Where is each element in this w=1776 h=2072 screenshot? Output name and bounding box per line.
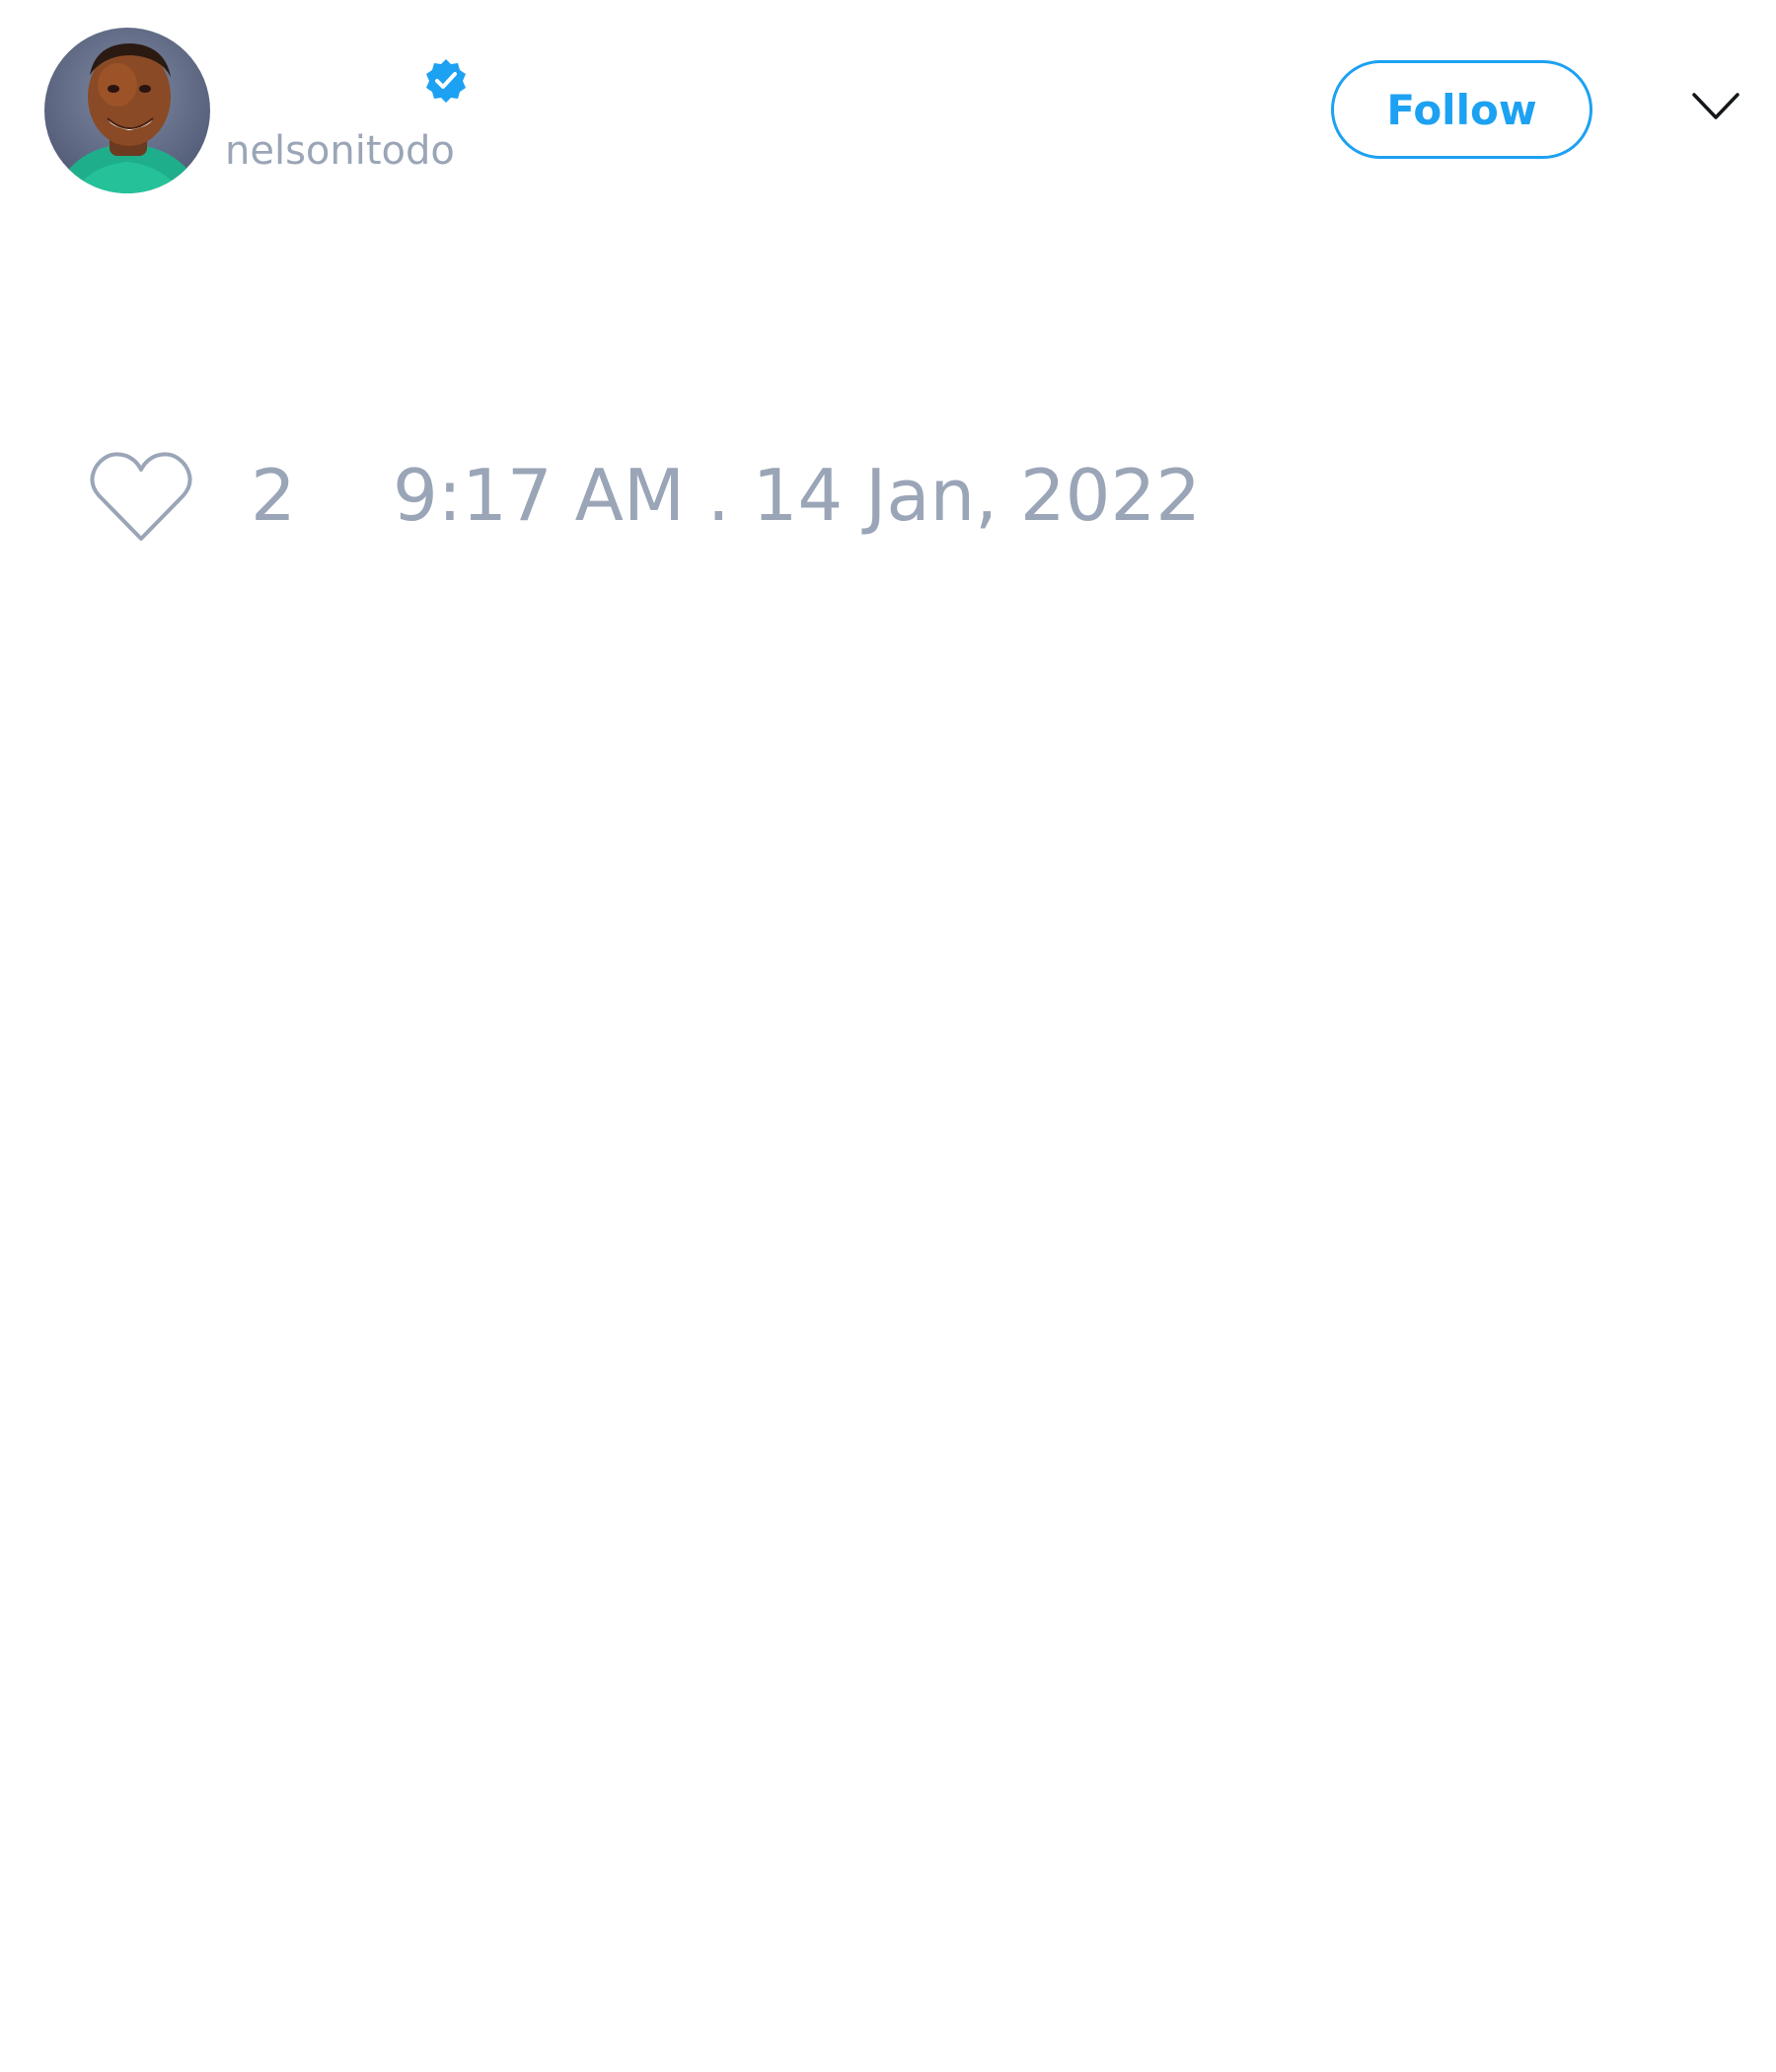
engagement-row: 2 9:17 AM . 14 Jan, 2022	[89, 446, 1273, 545]
avatar[interactable]	[44, 28, 210, 193]
chevron-down-icon[interactable]	[1691, 91, 1740, 122]
verified-badge-icon	[422, 57, 470, 105]
display-name[interactable]	[225, 57, 226, 107]
tweet-card: nelsonitodo Follow 2 9:17 AM . 14 Jan, 2…	[0, 0, 1776, 2072]
user-handle[interactable]: nelsonitodo	[225, 126, 455, 176]
tweet-timestamp[interactable]: 9:17 AM . 14 Jan, 2022	[393, 456, 1201, 535]
heart-icon[interactable]	[89, 450, 193, 545]
like-count: 2	[251, 454, 296, 537]
follow-button[interactable]: Follow	[1331, 60, 1592, 159]
avatar-image	[44, 28, 210, 193]
